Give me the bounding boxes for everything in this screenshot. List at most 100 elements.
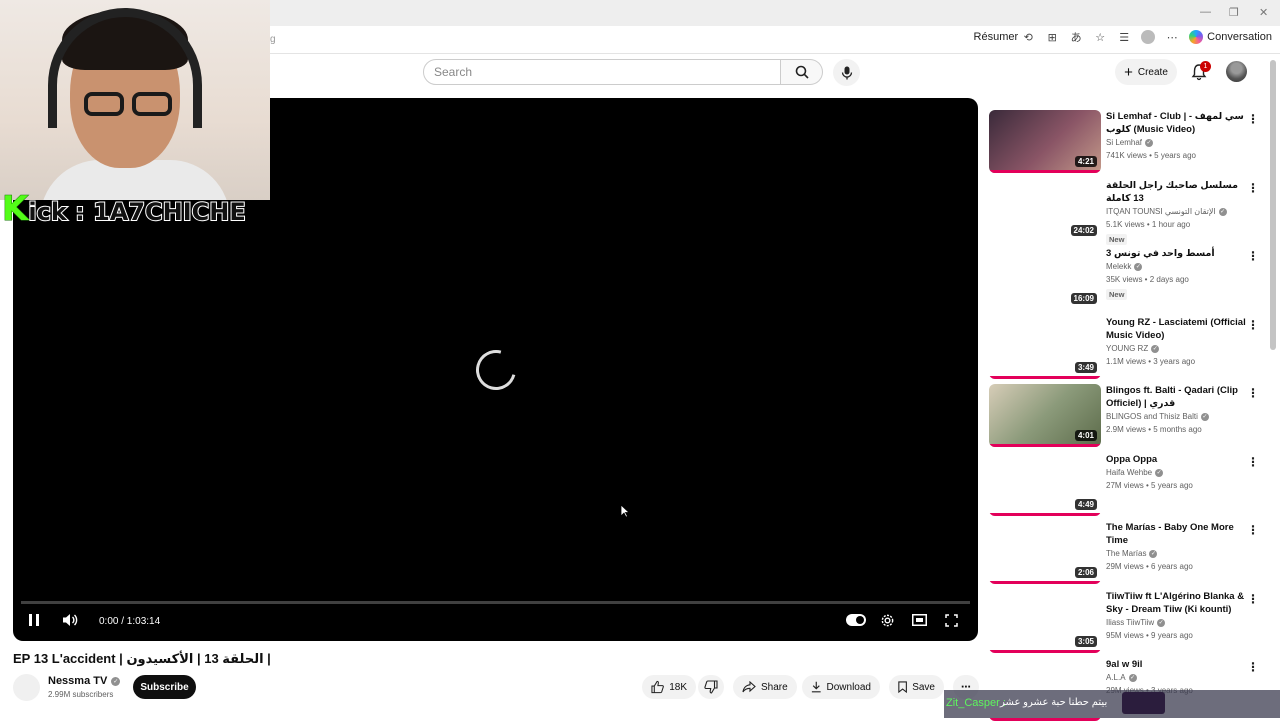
summary-icon: ⟲	[1023, 31, 1033, 44]
recommendation-meta: 1.1M views • 3 years ago	[1106, 357, 1196, 366]
video-thumbnail[interactable]: 24:02	[989, 179, 1101, 242]
voice-search-button[interactable]	[833, 59, 860, 86]
recommendation-channel[interactable]: Iliass TiiwTiiw ✓	[1106, 618, 1166, 627]
new-badge: New	[1106, 234, 1128, 245]
duration-badge: 16:09	[1070, 293, 1097, 304]
recommendation-channel[interactable]: YOUNG RZ ✓	[1106, 344, 1160, 353]
recommendation-channel[interactable]: BLINGOS and Thisiz Balti ✓	[1106, 412, 1209, 421]
video-thumbnail[interactable]: 4:49	[989, 453, 1101, 516]
volume-button[interactable]	[61, 611, 79, 629]
recommendation-item[interactable]: 4:49 Oppa Oppa Haifa Wehbe ✓ 27M views • 5 y…	[989, 453, 1269, 516]
watched-progress-bar	[989, 650, 1101, 653]
pause-button[interactable]	[27, 611, 41, 629]
video-thumbnail[interactable]: 4:21	[989, 110, 1101, 173]
recommendation-meta: 35K views • 2 days ago	[1106, 275, 1189, 284]
recommendation-title[interactable]: Oppa Oppa	[1106, 453, 1246, 466]
recommendation-channel[interactable]: The Marías ✓	[1106, 549, 1158, 558]
autoplay-toggle[interactable]	[845, 611, 867, 629]
user-avatar[interactable]	[1226, 61, 1247, 82]
fullscreen-button[interactable]	[942, 611, 960, 629]
close-icon[interactable]: ✕	[1259, 6, 1268, 19]
more-options-icon[interactable]: ⋮	[1247, 386, 1259, 400]
streamer-webcam-overlay	[0, 0, 270, 200]
more-options-icon[interactable]: ⋮	[1247, 592, 1259, 606]
recommendation-title[interactable]: 9al w 9il	[1106, 658, 1246, 671]
recommendation-item[interactable]: 4:21 Si Lemhaf - Club | سي لمهف - كلوب (M…	[989, 110, 1269, 173]
video-thumbnail[interactable]: 16:09	[989, 247, 1101, 310]
channel-name-link[interactable]: Nessma TV ✓	[48, 675, 121, 687]
watched-progress-bar	[989, 581, 1101, 584]
search-button[interactable]	[781, 59, 823, 85]
recommendation-title[interactable]: Young RZ - Lasciatemi (Official Music Vi…	[1106, 316, 1246, 342]
app-icon[interactable]: ⊞	[1045, 30, 1059, 44]
subscribe-button[interactable]: Subscribe	[133, 675, 196, 699]
recommendation-channel[interactable]: A.L.A ✓	[1106, 673, 1137, 682]
video-title: EP 13 L'accident | الحلقة 13 | الأكسيدون…	[13, 651, 271, 666]
duration-badge: 4:21	[1074, 156, 1097, 167]
more-options-icon[interactable]: ⋮	[1247, 318, 1259, 332]
recommendation-meta: 29M views • 6 years ago	[1106, 562, 1193, 571]
video-thumbnail[interactable]: 3:49	[989, 316, 1101, 379]
recommendation-title[interactable]: Blingos ft. Balti - Qadari (Clip Officie…	[1106, 384, 1246, 410]
recommendation-item[interactable]: 16:09 3 أمسط واحد في تونس Melekk ✓ 35K views…	[989, 247, 1269, 310]
create-button[interactable]: + Create	[1115, 59, 1177, 85]
progress-bar[interactable]	[21, 601, 970, 604]
recommendation-title[interactable]: Si Lemhaf - Club | سي لمهف - كلوب (Music…	[1106, 110, 1246, 136]
recommendation-title[interactable]: The Marías - Baby One More Time	[1106, 521, 1246, 547]
favorite-star-icon[interactable]: ☆	[1093, 30, 1107, 44]
recommendation-channel[interactable]: Melekk ✓	[1106, 262, 1143, 271]
page-scrollbar[interactable]	[1270, 60, 1276, 350]
settings-button[interactable]	[878, 611, 896, 629]
video-thumbnail[interactable]: 3:05	[989, 590, 1101, 653]
save-button[interactable]: Save	[889, 675, 944, 699]
profile-icon[interactable]	[1141, 30, 1156, 44]
more-options-icon[interactable]: ⋮	[1247, 523, 1259, 537]
download-button[interactable]: Download	[802, 675, 880, 699]
more-options-icon[interactable]: ⋮	[1247, 112, 1259, 126]
chat-emote	[1143, 692, 1165, 714]
duration-badge: 3:05	[1074, 636, 1097, 647]
translate-icon[interactable]: あ	[1069, 30, 1083, 44]
search-input[interactable]: Search	[423, 59, 781, 85]
dislike-button[interactable]	[698, 675, 724, 699]
video-thumbnail[interactable]: 2:06	[989, 521, 1101, 584]
fullscreen-icon	[944, 613, 958, 627]
channel-avatar[interactable]	[13, 674, 40, 701]
collections-icon[interactable]: ☰	[1117, 30, 1131, 44]
watched-progress-bar	[989, 444, 1101, 447]
recommendation-channel[interactable]: Si Lemhaf ✓	[1106, 138, 1154, 147]
recommendation-item[interactable]: 24:02 مسلسل صاحبك راجل الحلقة 13 كاملة ITQ…	[989, 179, 1269, 245]
resume-button[interactable]: Résumer ⟲	[974, 30, 1036, 44]
more-options-icon[interactable]: ⋯	[1165, 30, 1179, 44]
duration-badge: 4:01	[1074, 430, 1097, 441]
verified-icon: ✓	[1149, 549, 1158, 558]
restore-icon[interactable]: ❐	[1229, 6, 1239, 19]
video-thumbnail[interactable]: 4:01	[989, 384, 1101, 447]
recommendation-title[interactable]: TiiwTiiw ft L'Algérino Blanka & Sky - Dr…	[1106, 590, 1246, 616]
recommendation-channel[interactable]: Haifa Wehbe ✓	[1106, 468, 1164, 477]
like-button[interactable]: 18K	[642, 675, 696, 699]
watched-progress-bar	[989, 170, 1101, 173]
thumbs-up-icon	[651, 680, 664, 694]
recommendation-title[interactable]: 3 أمسط واحد في تونس	[1106, 247, 1246, 260]
copilot-button[interactable]: Conversation	[1189, 30, 1272, 44]
more-options-icon[interactable]: ⋮	[1247, 249, 1259, 263]
chat-username: Zit_Casper :	[946, 697, 1006, 709]
more-options-icon[interactable]: ⋮	[1247, 660, 1259, 674]
verified-icon: ✓	[1200, 412, 1209, 421]
recommendation-item[interactable]: 2:06 The Marías - Baby One More Time The M…	[989, 521, 1269, 584]
share-button[interactable]: Share	[733, 675, 797, 699]
recommendation-channel[interactable]: ITQAN TOUNSI الإتقان التونسي ✓	[1106, 207, 1227, 216]
recommendation-item[interactable]: 4:01 Blingos ft. Balti - Qadari (Clip Off…	[989, 384, 1269, 447]
url-text[interactable]: g	[270, 34, 276, 45]
theater-mode-button[interactable]	[910, 611, 928, 629]
recommendation-item[interactable]: 3:05 TiiwTiiw ft L'Algérino Blanka & Sky …	[989, 590, 1269, 653]
verified-icon: ✓	[1128, 673, 1137, 682]
recommendation-meta: 741K views • 5 years ago	[1106, 151, 1196, 160]
minimize-icon[interactable]: —	[1200, 6, 1211, 18]
channel-name: Haifa Wehbe	[1106, 468, 1153, 477]
recommendation-item[interactable]: 3:49 Young RZ - Lasciatemi (Official Musi…	[989, 316, 1269, 379]
recommendation-title[interactable]: مسلسل صاحبك راجل الحلقة 13 كاملة	[1106, 179, 1246, 205]
more-options-icon[interactable]: ⋮	[1247, 455, 1259, 469]
more-options-icon[interactable]: ⋮	[1247, 181, 1259, 195]
